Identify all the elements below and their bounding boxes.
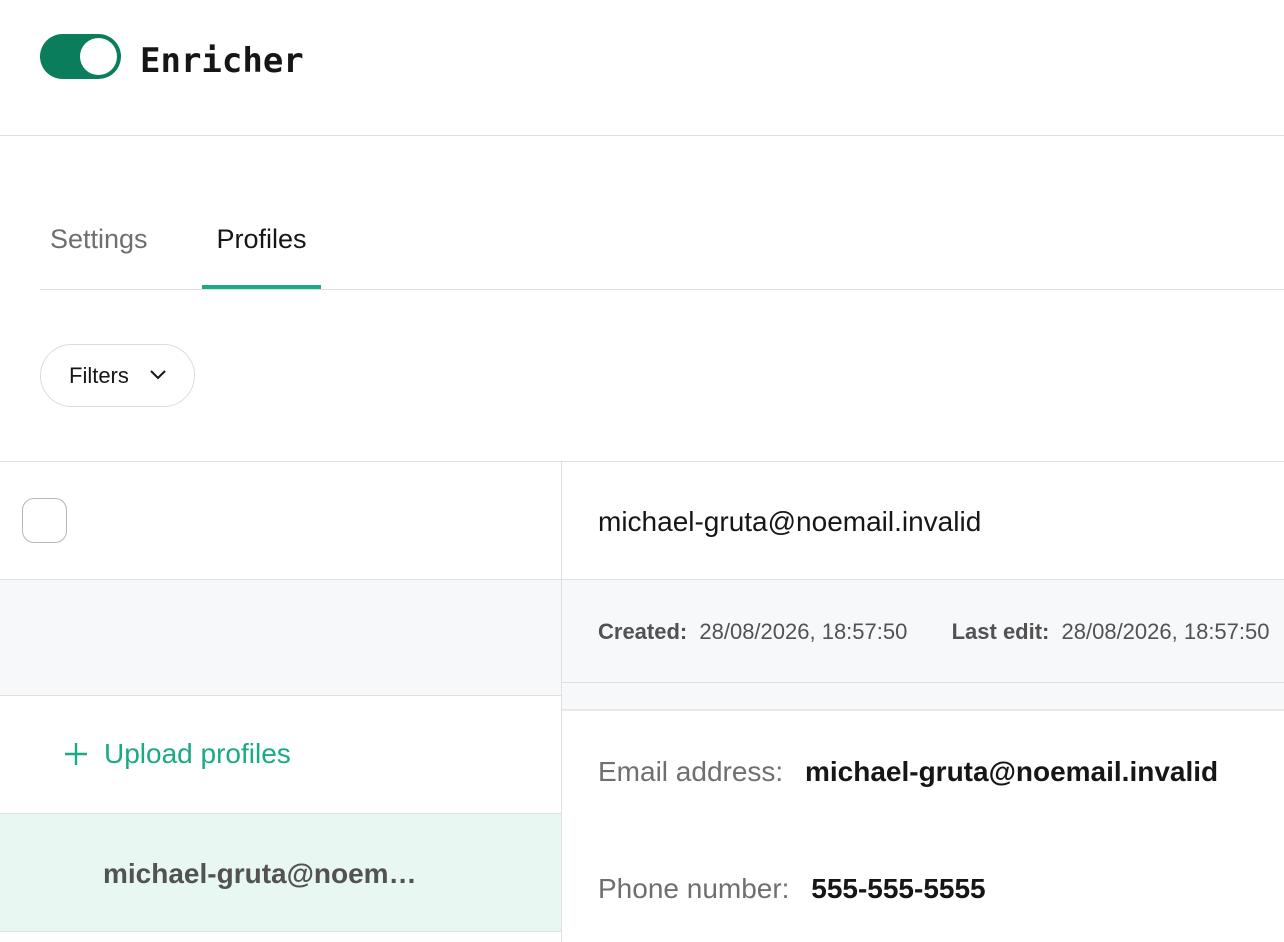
chevron-down-icon: [150, 370, 166, 380]
filters-label: Filters: [69, 363, 129, 388]
app-page: Enricher Settings Profiles Filters Uploa…: [0, 0, 1284, 942]
profile-list-item[interactable]: michael-gruta@noemail.invalid: [0, 814, 561, 932]
meta-line: Created: 28/08/2026, 18:57:50 Last edit:…: [598, 619, 1269, 645]
active-tab-indicator: [202, 285, 321, 289]
profile-detail: michael-gruta@noemail.invalid Created: 2…: [562, 462, 1284, 942]
plus-icon: [65, 743, 87, 765]
tab-profiles[interactable]: Profiles: [202, 208, 321, 289]
select-all-checkbox[interactable]: [22, 498, 67, 543]
detail-title: michael-gruta@noemail.invalid: [598, 506, 982, 537]
phone-label: Phone number:: [598, 873, 790, 904]
enricher-toggle[interactable]: [40, 34, 121, 79]
tab-bar: Settings Profiles: [40, 208, 1284, 290]
meta-strip: [562, 683, 1284, 711]
email-label: Email address:: [598, 756, 784, 787]
list-spacer-row: [0, 580, 561, 696]
toggle-knob: [80, 38, 117, 75]
app-header: Enricher: [0, 0, 1284, 136]
email-value: michael-gruta@noemail.invalid: [804, 756, 1219, 787]
detail-header: michael-gruta@noemail.invalid: [562, 462, 1284, 580]
email-field: Email address: michael-gruta@noemail.inv…: [598, 756, 1218, 788]
phone-value: 555-555-5555: [811, 873, 986, 904]
phone-field: Phone number: 555-555-5555: [598, 873, 986, 905]
app-title: Enricher: [140, 41, 304, 81]
tab-settings[interactable]: Settings: [50, 208, 148, 289]
last-edit-label: Last edit:: [951, 619, 1050, 644]
meta-bar: Created: 28/08/2026, 18:57:50 Last edit:…: [562, 580, 1284, 683]
filters-button[interactable]: Filters: [40, 344, 195, 407]
profile-list: Upload profiles michael-gruta@noemail.in…: [0, 462, 562, 942]
list-header-row: [0, 462, 561, 580]
upload-profiles-label: Upload profiles: [104, 738, 291, 769]
last-edit-value: 28/08/2026, 18:57:50: [1061, 619, 1270, 644]
profile-item-label: michael-gruta@noemail.invalid: [103, 858, 423, 889]
created-label: Created:: [598, 619, 688, 644]
upload-profiles-button[interactable]: Upload profiles: [0, 696, 561, 814]
created-value: 28/08/2026, 18:57:50: [699, 619, 908, 644]
